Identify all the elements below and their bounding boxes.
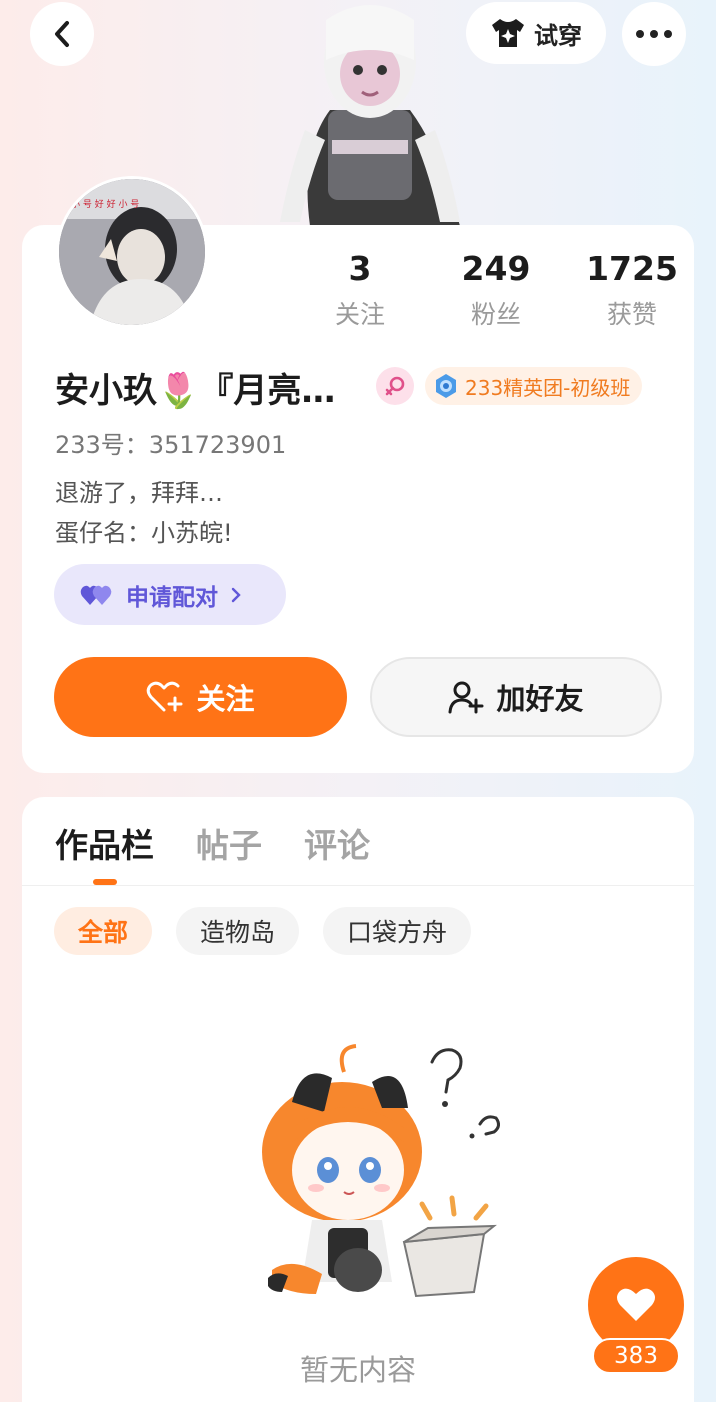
chevron-left-icon — [55, 21, 69, 47]
back-button[interactable] — [30, 2, 94, 66]
empty-state-illustration — [232, 1042, 522, 1312]
stat-value: 249 — [461, 249, 531, 288]
works-tabs: 作品栏 帖子 评论 — [55, 819, 370, 865]
bio-line: 蛋仔名：小苏皖! — [55, 519, 233, 547]
shirt-sparkle-icon — [492, 19, 524, 47]
level-badge-label: 233精英团-初级班 — [465, 375, 631, 400]
tryon-label: 试穿 — [534, 21, 582, 50]
stat-label: 粉丝 — [470, 300, 521, 329]
user-id[interactable]: 233号：351723901 — [55, 425, 286, 460]
user-plus-icon — [448, 681, 484, 714]
stat-value: 3 — [348, 249, 372, 288]
user-name: 安小玖🌷『月亮… — [55, 371, 336, 411]
character-figure — [270, 0, 470, 226]
works-filters: 全部 造物岛 口袋方舟 — [54, 907, 472, 955]
filter-all[interactable]: 全部 — [54, 907, 153, 955]
filter-creation-island[interactable]: 造物岛 — [176, 907, 300, 955]
stat-fans[interactable]: 249 粉丝 — [428, 249, 564, 331]
pair-label: 申请配对 — [126, 584, 218, 611]
tab-works[interactable]: 作品栏 — [55, 819, 154, 865]
more-button[interactable] — [622, 2, 686, 66]
filter-pocket-ark[interactable]: 口袋方舟 — [323, 907, 472, 955]
bio-line: 退游了，拜拜… — [55, 479, 223, 507]
user-bio: 退游了，拜拜… 蛋仔名：小苏皖! — [55, 473, 233, 553]
level-badge[interactable]: 233精英团-初级班 — [425, 367, 643, 405]
follow-button[interactable]: 关注 — [54, 657, 347, 737]
pair-request-button[interactable]: 申请配对 — [54, 564, 286, 625]
stat-label: 获赞 — [606, 300, 657, 329]
profile-stats: 3 关注 249 粉丝 1725 获赞 — [292, 249, 700, 331]
follow-label: 关注 — [196, 682, 255, 716]
stat-likes[interactable]: 1725 获赞 — [564, 249, 700, 331]
stat-label: 关注 — [334, 300, 385, 329]
double-heart-icon — [80, 585, 112, 605]
stat-following[interactable]: 3 关注 — [292, 249, 428, 331]
tab-posts[interactable]: 帖子 — [196, 819, 262, 865]
tabs-divider — [22, 885, 694, 886]
heart-plus-icon — [147, 681, 183, 712]
add-friend-button[interactable]: 加好友 — [370, 657, 662, 737]
heart-icon — [617, 1288, 655, 1321]
chevron-right-icon — [231, 587, 241, 602]
stat-value: 1725 — [586, 249, 678, 288]
like-count: 383 — [592, 1338, 680, 1374]
medal-icon — [436, 374, 456, 398]
avatar[interactable]: 小 号 好 好 小 号 — [56, 176, 208, 328]
tryon-button[interactable]: 试穿 — [466, 2, 606, 64]
svg-text:小 号 好 好 小 号: 小 号 好 好 小 号 — [71, 198, 139, 210]
female-icon — [376, 367, 414, 405]
more-dots-icon — [636, 30, 672, 38]
add-friend-label: 加好友 — [496, 682, 584, 716]
tab-comments[interactable]: 评论 — [304, 819, 370, 865]
